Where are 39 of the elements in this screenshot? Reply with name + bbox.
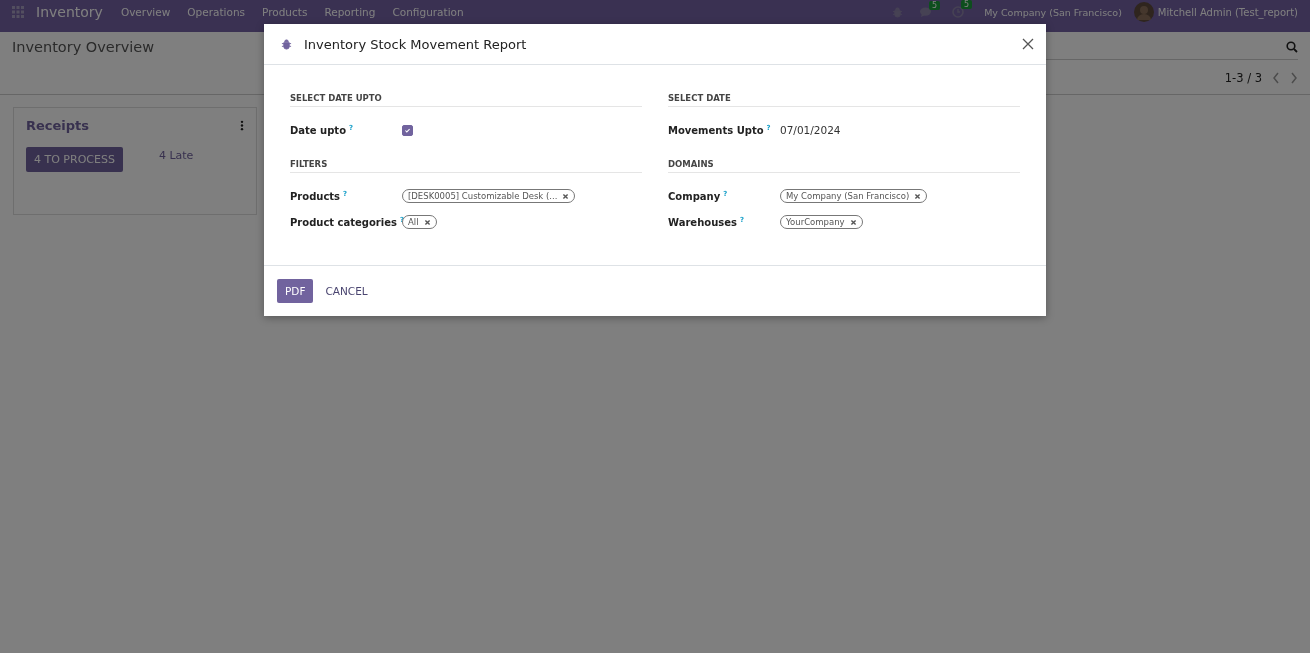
date-field[interactable]: 07/01/2024 xyxy=(780,124,841,136)
menu-item[interactable]: Overview xyxy=(120,6,171,18)
dialog-title: Inventory Stock Movement Report xyxy=(304,36,528,52)
section-heading: DOMAINS xyxy=(668,159,1020,173)
remove-icon[interactable] xyxy=(423,218,431,226)
section-heading: FILTERS xyxy=(290,159,642,173)
checkbox[interactable] xyxy=(402,124,413,136)
field-label: Product categories xyxy=(290,217,397,229)
menu-item[interactable]: Configuration xyxy=(392,6,464,18)
bug-icon xyxy=(281,38,292,50)
remove-icon[interactable] xyxy=(849,218,857,226)
kebab-menu-icon[interactable] xyxy=(240,120,244,131)
page-title: Inventory Overview xyxy=(12,39,155,55)
cancel-button[interactable]: CANCEL xyxy=(317,279,376,303)
menu-item[interactable]: Operations xyxy=(187,6,246,18)
field-label: Movements Upto xyxy=(668,125,764,137)
activity-count-badge: 5 xyxy=(961,0,973,9)
remove-icon[interactable] xyxy=(914,192,922,200)
field-label: Products xyxy=(290,191,341,203)
menu-item[interactable]: Reporting xyxy=(324,6,376,18)
search-icon[interactable] xyxy=(1286,40,1298,53)
field-label: Company xyxy=(668,191,721,203)
menu-item[interactable]: Products xyxy=(262,6,308,18)
field-label: Date upto xyxy=(290,125,347,137)
check-icon xyxy=(404,126,411,134)
card-title[interactable]: Receipts xyxy=(26,118,90,133)
pager-value: 1-3 / 3 xyxy=(1224,71,1262,85)
app-name[interactable]: Inventory xyxy=(36,4,103,20)
user-menu[interactable]: Mitchell Admin (Test_report) xyxy=(1157,6,1298,18)
field-label: Warehouses xyxy=(668,217,737,229)
section-heading: SELECT DATE xyxy=(668,93,1020,107)
company-switcher[interactable]: My Company (San Francisco) xyxy=(984,6,1122,18)
to-process-button[interactable]: 4 TO PROCESS xyxy=(26,147,123,172)
remove-icon[interactable] xyxy=(562,192,570,200)
late-link[interactable]: 4 Late xyxy=(158,149,194,162)
section-heading: SELECT DATE UPTO xyxy=(290,93,642,107)
message-count-badge: 5 xyxy=(928,0,941,10)
pdf-button[interactable]: PDF xyxy=(277,279,314,303)
close-icon[interactable] xyxy=(1022,38,1034,50)
